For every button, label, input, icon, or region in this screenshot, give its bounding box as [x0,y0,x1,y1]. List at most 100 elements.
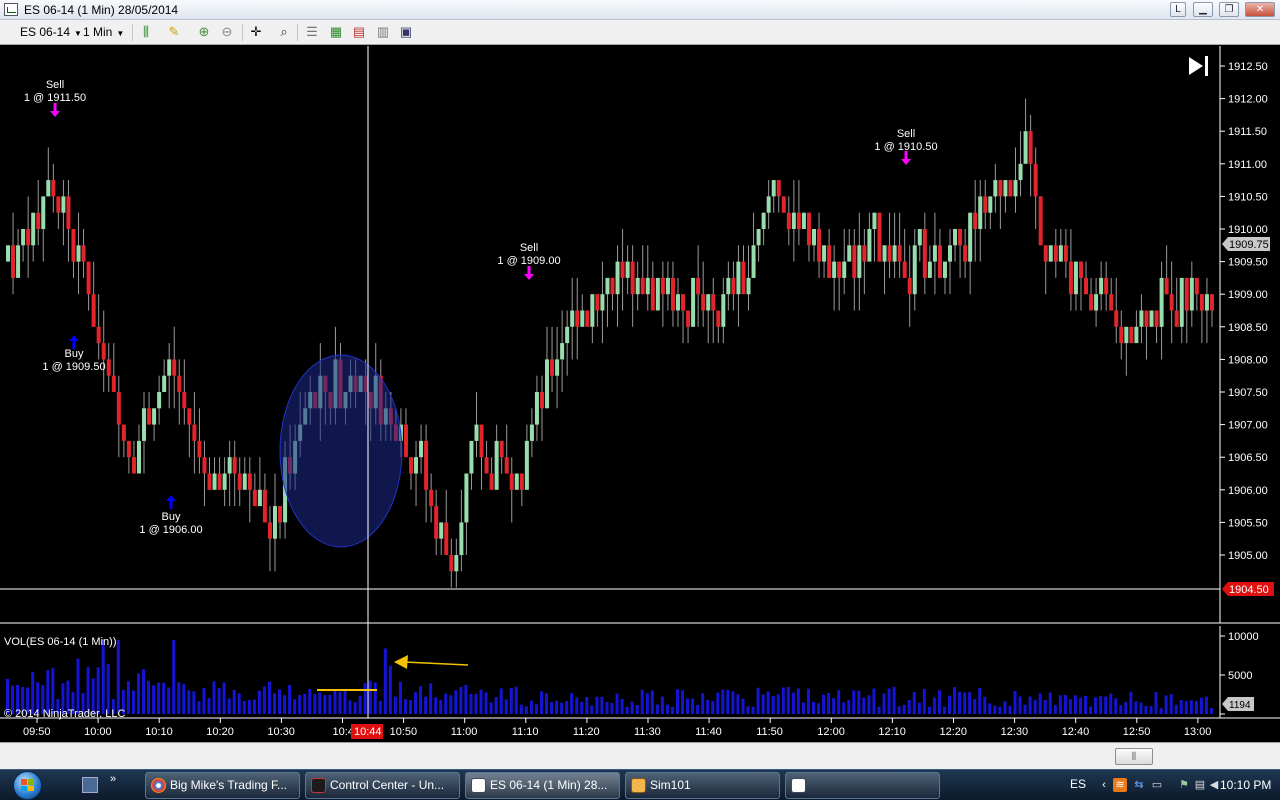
candle-body [686,310,691,327]
highlight-ellipse[interactable] [279,354,403,548]
volume-bar [1194,701,1198,714]
link-button[interactable]: L [1170,2,1186,17]
display-tray-icon[interactable]: ▭ [1150,778,1164,792]
candle-body [786,212,791,229]
candle-body [36,212,41,229]
candle-body [96,326,101,344]
taskbar-item-chart-2[interactable] [785,772,940,799]
volume-bar [1139,702,1143,714]
volume-bar [857,690,861,714]
language-indicator[interactable]: ES [1070,777,1086,791]
interval-label: 1 Min [83,25,113,39]
zoom-out-icon[interactable]: ⊖ [218,23,236,41]
candle-body [121,424,126,441]
crosshair-icon[interactable]: ✛ [247,23,265,41]
volume-bar [524,706,528,714]
show-desktop-icon[interactable] [82,777,98,793]
candle-body [424,440,429,490]
candle-body [222,473,227,490]
data-box-icon[interactable]: ▣ [397,23,415,41]
candle-body [242,473,247,490]
volume-tray-icon[interactable]: ◀ [1207,778,1221,792]
volume-bar [993,705,997,714]
strategies-icon[interactable]: ▤ [350,23,368,41]
candle-body [41,196,46,229]
candle-body [484,457,489,474]
volume-panel-title: VOL(ES 06-14 (1 Min)) [4,636,116,648]
candle-body [1179,277,1184,327]
volume-bar [736,694,740,714]
chart-templates-icon[interactable]: ▥ [374,23,392,41]
volume-bar [308,688,312,714]
volume-bar [409,700,412,714]
quick-launch-overflow-icon[interactable]: » [110,773,116,785]
volume-bar [675,689,679,714]
chart-scrollbar[interactable]: ⫼ [0,742,1280,769]
toolbar-divider [297,24,298,41]
taskbar-item-control-center[interactable]: Control Center - Un... [305,772,460,799]
candle-body [988,196,993,213]
show-hidden-icons-icon[interactable]: ‹ [1097,778,1111,792]
candle-body [822,245,827,262]
chart-panel[interactable]: 1912.50 1912.00 1911.50 1911.00 1910.50 1910.… [0,46,1280,742]
restore-button[interactable]: ❐ [1219,2,1239,17]
volume-bar [212,681,216,714]
volume-bar [771,695,775,714]
candle-body [86,261,91,295]
properties-icon[interactable]: ☰ [303,23,321,41]
clock[interactable]: 10:10 PM [1220,778,1271,792]
volume-bar [847,699,851,714]
candle-body [61,196,66,213]
candle-body [882,245,887,262]
price-tick-label: 1908.50 [1228,322,1268,334]
volume-bar [278,689,282,714]
volume-badge: 1194 [1229,700,1251,711]
network-tray-icon[interactable]: ⇆ [1132,778,1146,792]
candle-body [1109,294,1114,311]
candle-body [706,294,711,311]
drawing-pencil-icon[interactable]: ✎ [165,23,183,41]
arrow-annotation-line[interactable] [403,661,469,666]
taskbar-item-browser[interactable]: Big Mike's Trading F... [145,772,300,799]
candle-body [81,245,86,262]
volume-bar [242,700,246,714]
instrument-selector[interactable]: ES 06-14 ▼ [20,24,82,40]
action-center-icon[interactable]: ⚑ [1177,778,1191,792]
candle-body [11,245,16,278]
volume-bar [751,706,755,714]
volume-bar [852,690,856,714]
volume-bar [872,688,876,714]
indicators-icon[interactable]: ▦ [327,23,345,41]
volume-bar [449,695,453,714]
price-tick-label: 1909.00 [1228,289,1268,301]
start-button[interactable] [6,770,50,800]
price-tick-label: 1910.00 [1228,224,1268,236]
volume-bar [1134,701,1138,714]
taskbar-item-chart[interactable]: ES 06-14 (1 Min) 28... [465,772,620,799]
trade-side-label: Buy [162,511,181,523]
interval-selector[interactable]: 1 Min ▼ [83,24,124,40]
chart-window-icon [791,778,806,793]
candle-body [927,261,932,278]
taskbar-item-sim101[interactable]: Sim101 [625,772,780,799]
volume-bar [741,698,745,714]
app-window: ES 06-14 (1 Min) 28/05/2014 L ▁ ❐ ✕ ES 0… [0,0,1280,800]
volume-bar [983,696,987,714]
scroll-thumb[interactable]: ⫼ [1115,748,1153,765]
candle-body [31,212,36,246]
close-button[interactable]: ✕ [1245,2,1275,17]
bar-type-icon[interactable]: ⫼ [137,23,155,41]
scroll-to-end-icon[interactable] [1189,56,1208,76]
volume-bar [565,700,569,714]
find-icon[interactable]: ⌕ [275,23,293,41]
tray-app-icon[interactable]: ≋ [1113,778,1127,792]
candle-body [514,473,519,490]
minimize-button[interactable]: ▁ [1193,2,1213,17]
volume-bar [348,700,352,714]
volume-bar [227,698,231,714]
zoom-in-icon[interactable]: ⊕ [195,23,213,41]
price-tick-label: 1909.50 [1228,257,1268,269]
candle-body [640,277,645,295]
candle-body [650,277,655,311]
network-status-icon[interactable]: ▤ [1193,778,1207,792]
